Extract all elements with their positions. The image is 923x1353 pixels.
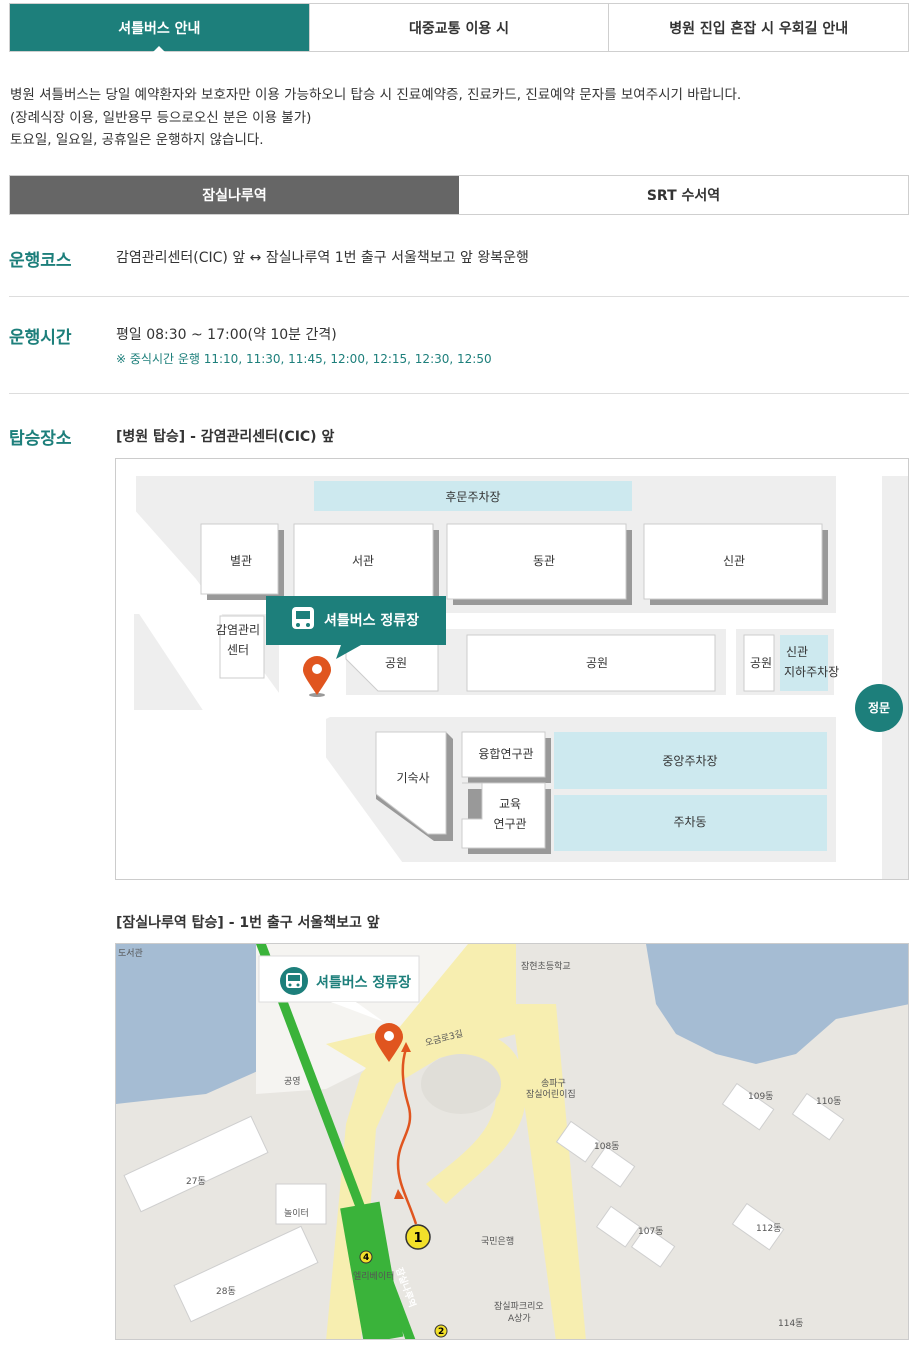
- cic-label-line1: 감염관리: [216, 623, 260, 637]
- school-label: 잠현초등학교: [521, 961, 571, 972]
- kindergarten-line2: 잠실어린이집: [526, 1088, 576, 1100]
- top-tabs: 셔틀버스 안내 대중교통 이용 시 병원 진입 혼잡 시 우회길 안내: [9, 3, 909, 52]
- public-label: 공영: [284, 1076, 301, 1087]
- building-107-label: 107동: [638, 1226, 663, 1237]
- course-text: 감염관리센터(CIC) 앞 ↔ 잠실나루역 1번 출구 서울책보고 앞 왕복운행: [116, 250, 529, 266]
- building-114-label: 114동: [778, 1318, 803, 1329]
- building-109-label: 109동: [748, 1091, 773, 1102]
- building-27-label: 27동: [186, 1176, 206, 1187]
- hospital-boarding-caption: [병원 탑승] - 감염관리센터(CIC) 앞: [116, 429, 335, 445]
- rear-parking-label: 후문주차장: [445, 490, 500, 504]
- mall-line1: 잠실파크리오: [494, 1301, 544, 1312]
- campus-stop-label: 셔틀버스 정류장: [324, 612, 419, 629]
- bus-icon: [280, 967, 308, 995]
- edu-research-line2: 연구관: [493, 817, 526, 831]
- station-stop-label: 셔틀버스 정류장: [316, 974, 411, 991]
- tab-public-transport[interactable]: 대중교통 이용 시: [310, 4, 610, 51]
- park-label-2: 공원: [586, 656, 608, 670]
- building-112-label: 112동: [756, 1223, 781, 1234]
- kindergarten-line1: 송파구: [541, 1078, 566, 1089]
- tab-jamsilnaru[interactable]: 잠실나루역: [10, 176, 459, 214]
- lunch-note: ※ 중식시간 운행 11:10, 11:30, 11:45, 12:00, 12…: [116, 352, 492, 366]
- intro-line-1: 병원 셔틀버스는 당일 예약환자와 보호자만 이용 가능하오니 탑승 시 진료예…: [10, 87, 742, 103]
- research-label: 융합연구관: [478, 747, 533, 761]
- hospital-campus-map: 후문주차장 별관 서관 동관 신관 감염관리 센터 공원 공원 공원 신관 지하…: [115, 458, 909, 880]
- intro-text: 병원 셔틀버스는 당일 예약환자와 보호자만 이용 가능하오니 탑승 시 진료예…: [10, 84, 741, 152]
- park-label-1: 공원: [385, 656, 407, 670]
- building-110-label: 110동: [816, 1096, 841, 1107]
- central-parking-label: 중앙주차장: [662, 754, 717, 768]
- new-ug-parking-line1: 신관: [786, 645, 808, 659]
- playground-label: 놀이터: [284, 1208, 309, 1219]
- building-108-label: 108동: [594, 1141, 619, 1152]
- exit-4-label: 4: [363, 1253, 369, 1263]
- building-28-label: 28동: [216, 1286, 236, 1297]
- exit-2-label: 2: [438, 1327, 444, 1337]
- annex-label: 별관: [230, 554, 252, 568]
- course-label: 운행코스: [9, 251, 72, 271]
- divider: [9, 296, 909, 297]
- station-tabs: 잠실나루역 SRT 수서역: [9, 175, 909, 215]
- mall-line2: A상가: [508, 1313, 531, 1324]
- campus-map-svg: 후문주차장 별관 서관 동관 신관 감염관리 센터 공원 공원 공원 신관 지하…: [116, 459, 908, 879]
- station-boarding-caption: [잠실나루역 탑승] - 1번 출구 서울책보고 앞: [116, 915, 380, 931]
- cic-label-line2: 센터: [227, 643, 249, 657]
- exit-1-label: 1: [413, 1231, 422, 1246]
- bus-icon: [292, 607, 314, 629]
- main-gate-label: 정문: [868, 700, 890, 715]
- east-building-label: 동관: [533, 554, 555, 568]
- station-map-svg: 잠실나루역 도서관 잠현초등학교 오금로3길 공영 송파구 잠실어린이집 놀이터…: [116, 944, 908, 1339]
- west-building-label: 서관: [352, 554, 374, 568]
- new-ug-parking-line2: 지하주차장: [784, 665, 839, 679]
- tab-shuttle-bus[interactable]: 셔틀버스 안내: [10, 4, 310, 52]
- bank-label: 국민은행: [481, 1235, 514, 1247]
- new-building-label: 신관: [723, 554, 745, 568]
- schedule-label: 운행시간: [9, 328, 72, 348]
- tab-detour-guide[interactable]: 병원 진입 혼잡 시 우회길 안내: [609, 4, 908, 51]
- intro-line-2: (장례식장 이용, 일반용무 등으로오신 분은 이용 불가): [10, 109, 312, 126]
- park-label-3: 공원: [750, 656, 772, 670]
- edu-research-line1: 교육: [499, 797, 521, 811]
- tab-srt-suseo[interactable]: SRT 수서역: [459, 176, 908, 214]
- boarding-label: 탑승장소: [9, 429, 72, 449]
- jamsilnaru-station-map: 잠실나루역 도서관 잠현초등학교 오금로3길 공영 송파구 잠실어린이집 놀이터…: [115, 943, 909, 1340]
- elevator-label: 엘리베이터: [353, 1271, 394, 1282]
- parking-building-label: 주차동: [673, 815, 706, 829]
- divider: [9, 393, 909, 394]
- intro-line-3: 토요일, 일요일, 공휴일은 운행하지 않습니다.: [10, 132, 264, 148]
- dormitory-label: 기숙사: [396, 771, 429, 785]
- library-label: 도서관: [118, 948, 143, 959]
- schedule-text: 평일 08:30 ~ 17:00(약 10분 간격): [116, 327, 337, 343]
